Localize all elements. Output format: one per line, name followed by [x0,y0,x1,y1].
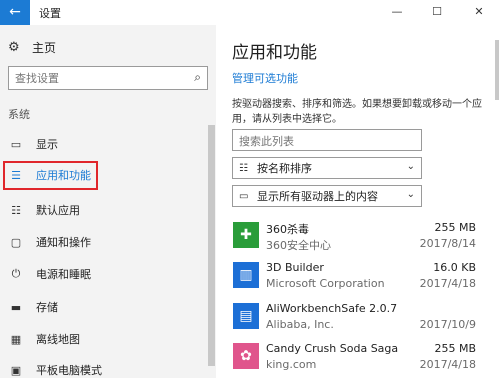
app-date: 2017/10/9 [419,318,476,331]
app-list-item[interactable]: ▥ 3D Builder Microsoft Corporation 16.0 … [232,259,476,297]
title-bar: ← 设置 — ☐ ✕ [0,0,500,25]
sort-dropdown[interactable]: ☷ 按名称排序 ⌄ [232,157,422,179]
default-apps-icon: ☷ [11,203,21,217]
sidebar: ⚙ 主页 ⌕ 系统 ▭ 显示 ☰ 应用和功能 ☷ 默认应用 ▢ 通知和操作 ⏻ … [0,25,216,378]
drive-label: 显示所有驱动器上的内容 [257,190,378,203]
maximize-button[interactable]: ☐ [422,0,452,25]
app-list-item[interactable]: ✿ Candy Crush Soda Saga king.com 255 MB … [232,340,476,378]
drive-icon: ▭ [239,190,249,202]
minimize-icon: — [391,5,403,18]
app-publisher: king.com [266,358,317,371]
search-icon[interactable]: ⌕ [194,70,201,85]
app-date: 2017/4/18 [419,358,476,371]
app-list-item[interactable]: ▤ AliWorkbenchSafe 2.0.7 Alibaba, Inc. 2… [232,300,476,338]
gear-icon: ⚙ [8,39,20,55]
app-publisher: Microsoft Corporation [266,277,385,290]
drive-filter-dropdown[interactable]: ▭ 显示所有驱动器上的内容 ⌄ [232,185,422,207]
app-search-box[interactable] [232,129,422,152]
app-date: 2017/8/14 [419,237,476,250]
description-text: 按驱动器搜索、排序和筛选。如果想要卸载或移动一个应用，请从列表中选择它。 [232,99,482,125]
shield-icon: ✚ [233,222,259,248]
sort-icon: ☷ [239,162,248,174]
aliworkbench-icon: ▤ [233,303,259,329]
sidebar-item-power[interactable]: ⏻ 电源和睡眠 [0,262,205,286]
sidebar-item-label: 显示 [36,138,58,151]
page-title: 应用和功能 [232,43,317,63]
maximize-icon: ☐ [432,5,442,18]
app-name: 360杀毒 [266,223,309,236]
sidebar-item-notifications[interactable]: ▢ 通知和操作 [0,230,205,254]
display-icon: ▭ [10,137,22,151]
sidebar-item-tablet-mode[interactable]: ▣ 平板电脑模式 [0,358,205,378]
sidebar-item-label: 通知和操作 [36,236,91,249]
storage-icon: ▬ [10,300,22,314]
sidebar-scrollbar[interactable] [208,125,215,366]
sidebar-item-label: 电源和睡眠 [36,268,91,281]
map-icon: ▦ [10,332,22,346]
app-date: 2017/4/18 [419,277,476,290]
sidebar-item-offline-maps[interactable]: ▦ 离线地图 [0,327,205,351]
notification-icon: ▢ [10,235,22,249]
minimize-button[interactable]: — [382,0,412,25]
sidebar-item-label: 离线地图 [36,333,80,346]
home-label: 主页 [32,40,57,55]
chevron-down-icon: ⌄ [406,189,415,200]
sidebar-item-display[interactable]: ▭ 显示 [0,132,205,156]
app-size: 16.0 KB [433,261,476,274]
power-icon: ⏻ [11,267,21,280]
settings-search[interactable]: ⌕ [8,66,208,90]
sidebar-item-storage[interactable]: ▬ 存储 [0,295,205,319]
search-input[interactable] [9,67,179,90]
app-name: Candy Crush Soda Saga [266,342,399,355]
app-list-item[interactable]: ✚ 360杀毒 360安全中心 255 MB 2017/8/14 [232,219,476,257]
window-title: 设置 [39,7,61,20]
section-label: 系统 [8,108,30,121]
close-icon: ✕ [474,5,484,18]
app-size: 255 MB [434,221,476,234]
home-link[interactable]: ⚙ 主页 [8,38,56,56]
main-scrollbar[interactable] [495,40,499,100]
app-publisher: 360安全中心 [266,239,331,252]
sidebar-item-label: 平板电脑模式 [36,364,102,377]
close-button[interactable]: ✕ [464,0,494,25]
main-panel: 应用和功能 管理可选功能 按驱动器搜索、排序和筛选。如果想要卸载或移动一个应用，… [216,25,500,378]
sort-label: 按名称排序 [257,162,312,175]
manage-optional-features-link[interactable]: 管理可选功能 [232,70,298,86]
chevron-down-icon: ⌄ [406,161,415,172]
candy-crush-icon: ✿ [233,343,259,369]
3d-builder-icon: ▥ [233,262,259,288]
sidebar-item-default-apps[interactable]: ☷ 默认应用 [0,198,205,222]
app-search-input[interactable] [233,131,419,152]
app-publisher: Alibaba, Inc. [266,318,334,331]
app-name: AliWorkbenchSafe 2.0.7 [266,302,398,315]
back-arrow-icon: ← [9,4,21,20]
sidebar-item-label: 存储 [36,301,58,314]
highlight-box [3,161,98,190]
tablet-icon: ▣ [10,363,22,377]
app-size: 255 MB [434,342,476,355]
back-button[interactable]: ← [0,0,30,25]
app-name: 3D Builder [266,261,324,274]
sidebar-item-label: 默认应用 [36,204,80,217]
